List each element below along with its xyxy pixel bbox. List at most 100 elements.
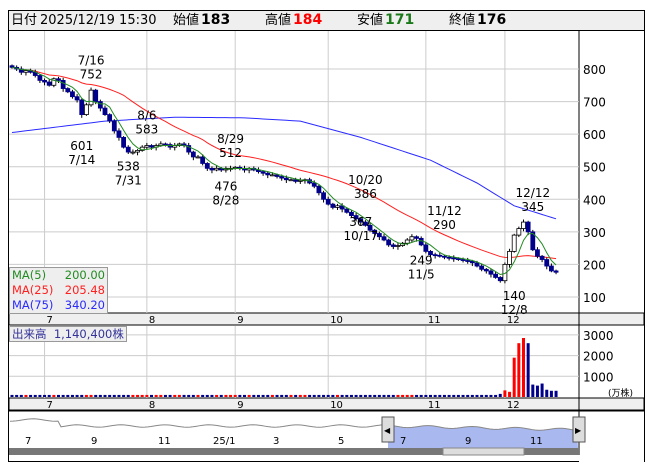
volume-bar <box>261 394 265 397</box>
volume-bar <box>470 394 474 397</box>
volume-month-tick-label: 11 <box>428 400 441 411</box>
candle-body <box>204 163 210 169</box>
candle-body <box>525 221 531 233</box>
volume-bar <box>136 394 140 397</box>
candle-body <box>144 145 150 148</box>
candle-body <box>46 81 52 86</box>
candle-body <box>269 174 275 177</box>
volume-bar <box>531 384 535 397</box>
candle-body <box>107 114 113 122</box>
volume-bar <box>345 394 349 397</box>
volume-bar <box>252 394 256 397</box>
volume-bar <box>368 394 372 397</box>
volume-bar <box>117 394 121 397</box>
candle-body <box>507 250 512 265</box>
annotation-date: 10/17 <box>343 229 378 243</box>
volume-bar <box>401 394 405 397</box>
candle-body <box>535 249 540 257</box>
candle-body <box>209 167 215 171</box>
candle-body <box>125 146 131 153</box>
candle-body <box>214 167 220 171</box>
navigator-line <box>9 418 578 432</box>
volume-bar <box>196 394 200 397</box>
volume-legend: 出来高 1,140,400株 <box>9 326 127 342</box>
volume-bar <box>215 394 219 397</box>
ma-legend: MA(5) 200.00 MA(25) 205.48 MA(75) 340.20 <box>9 267 108 314</box>
volume-month-tick-label: 9 <box>237 400 243 411</box>
candle-body <box>42 79 47 83</box>
price-tick-label: 200 <box>583 258 606 272</box>
volume-unit-label: (万株) <box>608 387 633 399</box>
month-tick-label: 8 <box>149 315 155 326</box>
volume-bar <box>452 394 456 397</box>
candle-body <box>283 177 289 181</box>
volume-bar <box>415 394 419 397</box>
annotation-value: 386 <box>354 187 377 201</box>
volume-bar <box>396 394 400 397</box>
candle-body <box>37 75 43 81</box>
volume-bar <box>461 394 465 397</box>
candle-body <box>84 104 89 115</box>
candle-body <box>260 171 266 174</box>
month-axis-strip-2 <box>8 397 645 411</box>
volume-bar <box>545 389 549 397</box>
candle-body <box>23 70 29 73</box>
volume-month-tick-label: 8 <box>149 400 155 411</box>
volume-bar <box>15 394 19 397</box>
volume-bar <box>540 383 544 397</box>
volume-tick-label: 3000 <box>583 329 614 343</box>
month-tick-label: 9 <box>237 315 243 326</box>
volume-bar <box>508 391 512 397</box>
volume-bar <box>438 394 442 397</box>
volume-bar <box>38 394 42 397</box>
candle-body <box>544 259 550 267</box>
volume-bar <box>108 394 112 397</box>
volume-bar <box>336 394 339 397</box>
candle-body <box>335 205 340 208</box>
volume-bar <box>191 394 195 397</box>
candle-body <box>488 270 494 275</box>
volume-bar <box>494 394 498 397</box>
annotation-date: 10/20 <box>348 173 383 187</box>
candle-body <box>432 254 438 257</box>
volume-bar <box>201 394 205 397</box>
volume-bar <box>549 390 553 397</box>
candle-body <box>553 270 559 273</box>
candle-body <box>330 203 336 208</box>
candle-body <box>451 257 457 260</box>
candle-body <box>316 185 322 194</box>
volume-bar <box>47 394 51 397</box>
candle-body <box>121 136 126 148</box>
volume-bar <box>173 394 177 397</box>
volume-bar <box>517 343 521 397</box>
candle-body <box>511 234 517 252</box>
volume-bar <box>159 394 163 397</box>
annotation-value: 752 <box>80 68 103 82</box>
volume-bar <box>498 393 502 397</box>
candle-body <box>404 239 410 244</box>
volume-bar <box>163 394 167 397</box>
candle-body <box>423 244 429 252</box>
volume-bar <box>182 394 186 397</box>
candle-body <box>279 176 285 179</box>
volume-bar <box>131 394 135 397</box>
navigator-selection <box>388 424 578 448</box>
volume-bar <box>289 394 293 397</box>
volume-bar <box>19 394 23 397</box>
scrollbar-thumb[interactable] <box>442 447 525 456</box>
candle-body <box>446 256 452 259</box>
volume-month-tick-label: 7 <box>47 400 53 411</box>
candle-body <box>93 89 99 102</box>
price-tick-label: 400 <box>583 193 606 207</box>
candle-body <box>111 120 117 132</box>
volume-bar <box>363 394 367 397</box>
volume-bar <box>61 394 65 397</box>
volume-bar <box>187 394 191 397</box>
volume-bar <box>312 394 316 397</box>
volume-bar <box>294 394 298 397</box>
volume-bar <box>429 394 432 397</box>
navigator-label: 11 <box>158 436 171 447</box>
candle-body <box>102 107 108 115</box>
volume-bar <box>154 394 158 397</box>
volume-bar <box>238 394 242 397</box>
